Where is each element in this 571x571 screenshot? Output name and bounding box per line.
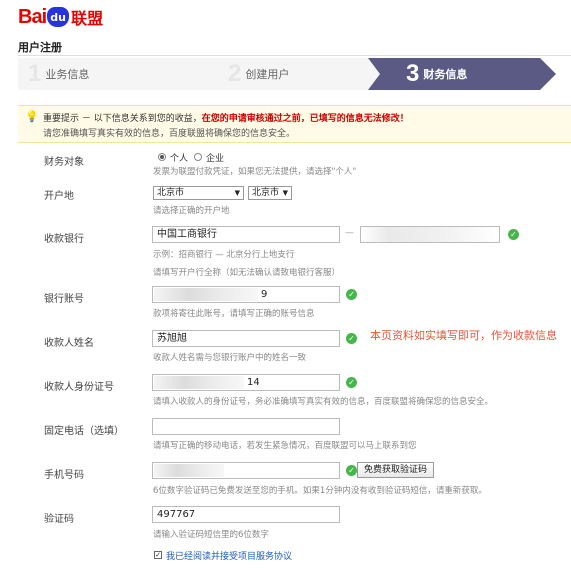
province-select[interactable]: 北京市 ▼ [153,186,244,200]
check-icon: ✓ [346,377,357,388]
id-number-value: 14 [247,377,260,388]
account-number-hint: 款项将寄往此账号，请填写正确的账号信息 [153,309,315,319]
step-3: 3 财务信息 [368,58,540,90]
title-divider [18,55,571,56]
landline-input[interactable] [152,418,340,435]
code-hint: 请输入验证码短信里的6位数字 [153,530,269,540]
id-number-label: 收款人身份证号 [44,382,114,393]
account-number-mask [154,288,258,301]
radio-personal-label: 个人 [170,154,189,164]
finance-target-hint: 发票为联盟付款凭证，如果您无法提供，请选择"个人" [153,167,357,177]
logo-bai: Bai [18,5,47,28]
mobile-mask [154,464,224,477]
step-1-label: 业务信息 [45,68,90,81]
mobile-label: 手机号码 [44,470,84,481]
agree-link[interactable]: 我已经阅读并接受项目服务协议 [166,549,292,562]
landline-label: 固定电话（选填） [44,426,124,437]
step-2: 2 创建用户 [208,58,368,90]
step-1: 1 业务信息 [18,58,208,90]
check-icon: ✓ [508,229,519,240]
check-icon: ✓ [346,289,357,300]
bank-hint-example: 示例：招商银行 — 北京分行上地支行 [153,250,295,260]
city-value: 北京市 [252,188,280,198]
id-number-hint: 请填入收款人的身份证号，务必准确填写真实有效的信息，百度联盟将确保您的信息安全。 [153,397,494,407]
code-label: 验证码 [44,514,74,525]
page-title: 用户注册 [18,41,62,54]
logo-du: du [50,10,66,24]
bank-label: 收款银行 [44,234,84,245]
province-value: 北京市 [157,188,185,198]
code-input[interactable]: 497767 [152,506,340,523]
account-number-label: 银行账号 [44,294,84,305]
step-indicator: 1 业务信息 2 创建用户 3 财务信息 [18,58,556,90]
bank-separator: — [345,228,354,238]
radio-company-label: 企业 [206,154,225,164]
get-code-button[interactable]: 免费获取验证码 [357,462,435,478]
id-number-mask [154,376,244,389]
account-location-label: 开户地 [44,191,74,202]
step-1-number: 1 [28,60,42,87]
step-2-arrow [368,58,380,90]
radio-company[interactable] [194,153,202,161]
account-number-value: 9 [261,289,268,300]
mobile-hint: 6位数字验证码已免费发送至您的手机。如果1分钟内没有收到验证码短信，请重新获取。 [153,486,487,496]
chevron-down-icon: ▼ [282,189,288,197]
side-annotation: 本页资料如实填写即可，作为收款信息 [370,329,557,342]
step-3-number: 3 [406,60,420,87]
step-2-label: 创建用户 [245,68,290,81]
payee-name-input[interactable]: 苏旭旭 [152,330,340,347]
baidu-union-logo: Bai du 联盟 [18,5,104,29]
step-2-number: 2 [228,60,242,87]
important-notice: 💡 重要提示 － 以下信息关系到您的收益，在您的申请审核通过之前，已填写的信息无… [18,105,571,143]
radio-personal[interactable] [158,153,166,161]
agree-checkbox[interactable]: ✓ [154,551,162,559]
bank-hint-fullname: 请填写开户行全称（如无法确认请致电银行客服） [153,268,341,278]
step-3-label: 财务信息 [423,68,468,81]
notice-bold: 在您的申请审核通过之前，已填写的信息无法修改！ [201,114,409,124]
notice-line-1: 重要提示 － 以下信息关系到您的收益，在您的申请审核通过之前，已填写的信息无法修… [43,111,409,124]
step-3-arrow [540,58,556,90]
lightbulb-icon: 💡 [25,110,39,123]
city-select[interactable]: 北京市 ▼ [248,186,292,200]
account-location-hint: 请选择正确的开户地 [153,206,230,216]
landline-hint: 请填写正确的移动电话，若发生紧急情况，百度联盟可以马上联系到您 [153,441,417,451]
notice-line-2: 请您准确填写真实有效的信息，百度联盟将确保您的信息安全。 [43,129,296,139]
check-icon: ✓ [346,465,357,476]
notice-prefix: 重要提示 － 以下信息关系到您的收益， [43,114,202,124]
finance-target-label: 财务对象 [44,157,84,168]
chevron-down-icon: ▼ [234,189,240,197]
logo-lianmeng: 联盟 [71,9,104,28]
bank-branch-input[interactable] [360,226,500,243]
logo-paw-icon: du [47,7,70,27]
payee-name-label: 收款人姓名 [44,338,94,349]
bank-name-input[interactable]: 中国工商银行 [152,226,340,243]
check-icon: ✓ [346,333,357,344]
payee-name-hint: 收款人姓名需与您银行账户中的姓名一致 [153,353,307,363]
